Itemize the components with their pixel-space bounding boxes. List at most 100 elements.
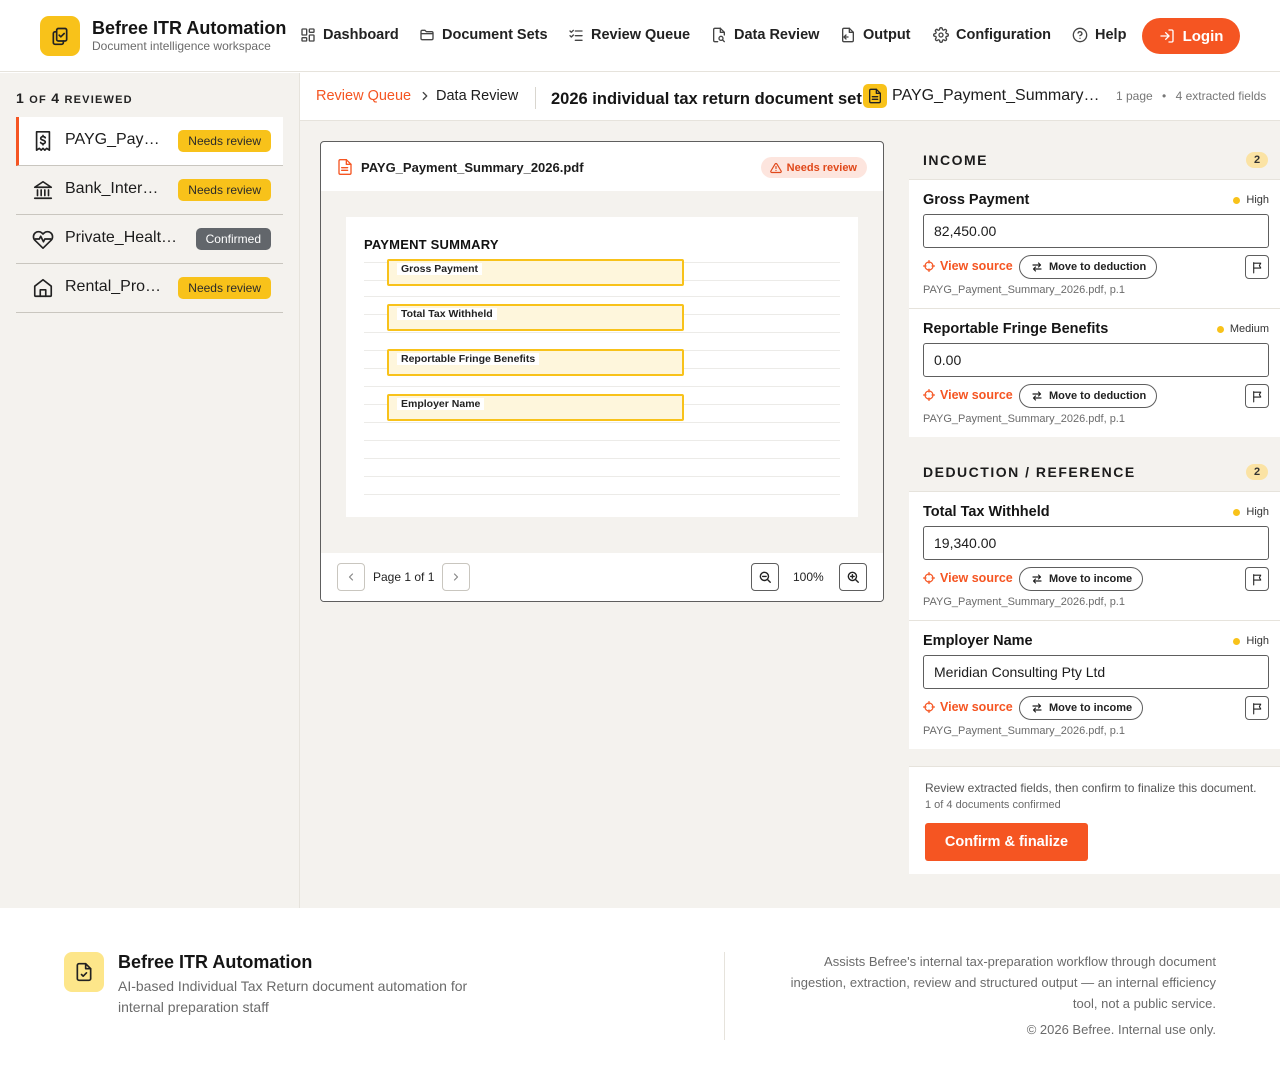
field-card-gross-payment: Gross Payment High View source Move to d…: [909, 179, 1280, 308]
income-count-badge: 2: [1246, 152, 1268, 168]
zoom-in-button[interactable]: [839, 563, 867, 591]
footer-divider: [724, 952, 725, 1040]
next-page-button[interactable]: [442, 563, 470, 591]
flag-icon: [1252, 702, 1261, 714]
reviewed-count-value: 1: [16, 90, 25, 106]
login-label: Login: [1182, 27, 1224, 45]
confidence-indicator: High: [1233, 194, 1269, 206]
current-file-name: PAYG_Payment_Summary_2026.pdf: [892, 87, 1102, 104]
crosshair-icon: [923, 389, 935, 401]
view-source-link[interactable]: View source: [923, 571, 1013, 585]
confidence-label: High: [1246, 506, 1269, 518]
document-list-item[interactable]: Bank_Interest_Statement.pdf Needs review: [16, 166, 283, 215]
text-line: [364, 458, 840, 459]
flag-button[interactable]: [1245, 696, 1269, 720]
nav-label: Review Queue: [591, 27, 691, 43]
field-card-total-tax-withheld: Total Tax Withheld High View source Move…: [909, 491, 1280, 620]
text-line: [364, 440, 840, 441]
field-value-input[interactable]: [923, 343, 1269, 377]
confidence-dot: [1233, 508, 1241, 516]
move-button-label: Move to income: [1049, 702, 1133, 714]
text-line: [364, 422, 840, 423]
document-list-item[interactable]: Rental_Property_Statement.pdf Needs revi…: [16, 264, 283, 313]
brand-subtitle: Document intelligence workspace: [92, 39, 271, 53]
highlight-label: Total Tax Withheld: [397, 308, 497, 320]
view-source-label: View source: [940, 571, 1013, 585]
status-badge: Needs review: [178, 179, 271, 201]
move-to-income-button[interactable]: Move to income: [1019, 696, 1144, 720]
extraction-highlight[interactable]: Gross Payment: [387, 259, 684, 286]
bank-icon: [33, 180, 53, 200]
zoom-out-button[interactable]: [751, 563, 779, 591]
reviewed-label: REVIEWED: [64, 94, 133, 106]
document-list-item[interactable]: PAYG_Payment_Summary_2026.pdf Needs revi…: [16, 117, 283, 166]
deduction-section-title: DEDUCTION / REFERENCE: [923, 464, 1136, 480]
view-source-link[interactable]: View source: [923, 388, 1013, 402]
field-value-input[interactable]: [923, 655, 1269, 689]
breadcrumb-review-queue-link[interactable]: Review Queue: [316, 88, 411, 104]
highlight-label: Gross Payment: [397, 263, 483, 275]
file-search-icon: [713, 27, 725, 43]
status-badge: Needs review: [178, 277, 271, 299]
field-value-input[interactable]: [923, 526, 1269, 560]
field-label: Reportable Fringe Benefits: [923, 321, 1109, 337]
nav-label: Configuration: [956, 27, 1052, 43]
nav-label: Dashboard: [323, 27, 399, 43]
field-source-reference: PAYG_Payment_Summary_2026.pdf, p.1: [923, 413, 1125, 425]
nav-review-queue[interactable]: Review Queue: [568, 25, 690, 45]
swap-arrows-icon: [1032, 262, 1042, 272]
brand-title[interactable]: Befree ITR Automation: [92, 18, 286, 39]
flag-button[interactable]: [1245, 567, 1269, 591]
flag-button[interactable]: [1245, 384, 1269, 408]
extracted-field-count: 4 extracted fields: [1175, 89, 1267, 103]
move-to-income-button[interactable]: Move to income: [1019, 567, 1144, 591]
extraction-highlight[interactable]: Employer Name: [387, 394, 684, 421]
move-to-deduction-button[interactable]: Move to deduction: [1019, 255, 1158, 279]
text-line: [364, 296, 840, 297]
login-button[interactable]: Login: [1142, 18, 1240, 54]
document-list-item[interactable]: Private_Health_Statement.pdf Confirmed: [16, 215, 283, 264]
view-source-link[interactable]: View source: [923, 700, 1013, 714]
field-card-reportable-fringe-benefits: Reportable Fringe Benefits Medium View s…: [909, 308, 1280, 437]
flag-icon: [1252, 261, 1261, 273]
confidence-dot: [1216, 325, 1224, 333]
extraction-highlight[interactable]: Reportable Fringe Benefits: [387, 349, 684, 376]
field-label: Employer Name: [923, 633, 1033, 649]
nav-help[interactable]: Help: [1072, 25, 1126, 45]
nav-data-review[interactable]: Data Review: [711, 25, 819, 45]
view-source-label: View source: [940, 700, 1013, 714]
file-export-icon: [842, 27, 854, 43]
view-source-label: View source: [940, 259, 1013, 273]
move-to-deduction-button[interactable]: Move to deduction: [1019, 384, 1158, 408]
extraction-highlight[interactable]: Total Tax Withheld: [387, 304, 684, 331]
brand-logo-icon[interactable]: [40, 16, 80, 56]
document-page-title: PAYMENT SUMMARY: [364, 237, 499, 252]
previous-page-button[interactable]: [337, 563, 365, 591]
flag-icon: [1252, 390, 1261, 402]
document-canvas[interactable]: PAYMENT SUMMARY Gross Payment Total Tax …: [321, 191, 883, 553]
viewer-status-label: Needs review: [786, 161, 857, 174]
nav-document-sets[interactable]: Document Sets: [419, 25, 548, 45]
confirm-finalize-button[interactable]: Confirm & finalize: [925, 823, 1088, 861]
gear-icon: [933, 27, 949, 43]
footer-description: Assists Befree's internal tax-preparatio…: [790, 954, 1216, 1011]
field-value-input[interactable]: [923, 214, 1269, 248]
chevron-right-icon: [453, 573, 459, 581]
crosshair-icon: [923, 260, 935, 272]
nav-output[interactable]: Output: [840, 25, 911, 45]
footer-logo-icon: [64, 952, 104, 992]
nav-dashboard[interactable]: Dashboard: [300, 25, 399, 45]
breadcrumb: Review Queue Data Review 2026 individual…: [300, 73, 1280, 121]
field-source-reference: PAYG_Payment_Summary_2026.pdf, p.1: [923, 284, 1125, 296]
swap-arrows-icon: [1032, 391, 1042, 401]
document-name: Private_Health_Statement.pdf: [65, 229, 180, 246]
flag-button[interactable]: [1245, 255, 1269, 279]
zoom-out-icon: [759, 571, 771, 583]
field-source-reference: PAYG_Payment_Summary_2026.pdf, p.1: [923, 725, 1125, 737]
zoom-level: 100%: [793, 570, 824, 584]
viewer-filename: PAYG_Payment_Summary_2026.pdf: [361, 160, 584, 175]
nav-configuration[interactable]: Configuration: [933, 25, 1051, 45]
deduction-count-badge: 2: [1246, 464, 1268, 480]
view-source-link[interactable]: View source: [923, 259, 1013, 273]
confirm-instructions: Review extracted fields, then confirm to…: [925, 781, 1257, 795]
